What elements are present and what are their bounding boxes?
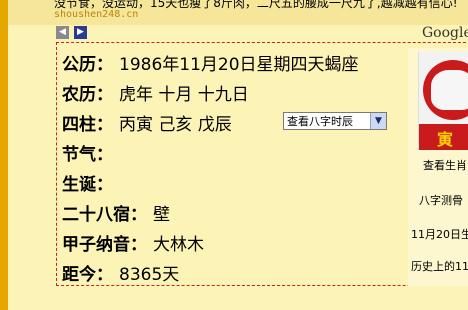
row-lunar: 农历： 虎年 十月 十九日: [62, 80, 249, 105]
zodiac-char: 寅: [437, 130, 454, 149]
label-gregorian: 公历：: [62, 55, 113, 75]
value-nayin: 大林木: [153, 235, 204, 255]
bazi-hour-selected: 查看八字时辰: [287, 115, 353, 128]
label-solar-term: 节气：: [62, 145, 113, 165]
label-birthday: 生诞：: [62, 175, 113, 195]
bazi-test-link[interactable]: 八字测骨: [419, 192, 463, 208]
view-zodiac-link[interactable]: 查看生肖: [423, 157, 467, 173]
next-arrow-icon[interactable]: ▶: [74, 26, 87, 39]
label-lunar: 农历：: [62, 85, 113, 105]
value-lunar: 虎年 十月 十九日: [119, 85, 249, 105]
top-ad-bar[interactable]: 没节食，没运动，15天也瘦了8斤肉，二尺五的腰成一尺九了,越减越有信心! sho…: [8, 0, 468, 25]
ad-site-link[interactable]: shoushen248.cn: [54, 9, 138, 20]
row-gregorian: 公历： 1986年11月20日星期四天蝎座: [62, 50, 359, 75]
row-four-pillars: 四柱： 丙寅 己亥 戊辰: [62, 110, 232, 135]
tiger-icon: [431, 70, 468, 110]
label-days-since: 距今：: [62, 265, 113, 285]
left-accent-strip: [0, 0, 8, 310]
label-nayin: 甲子纳音：: [62, 235, 147, 255]
google-logo[interactable]: Google: [422, 25, 468, 41]
row-birthday: 生诞：: [62, 170, 119, 195]
row-days-since: 距今： 8365天: [62, 260, 179, 285]
row-solar-term: 节气：: [62, 140, 119, 165]
prev-arrow-icon[interactable]: ◀: [56, 26, 69, 39]
value-four-pillars: 丙寅 己亥 戊辰: [119, 115, 232, 135]
value-lunar-mansion: 壁: [153, 205, 170, 225]
value-days-since: 8365天: [119, 265, 180, 285]
history-link[interactable]: 历史上的11: [411, 258, 468, 274]
label-lunar-mansion: 二十八宿：: [62, 205, 147, 225]
date-birth-link[interactable]: 11月20日生: [411, 226, 468, 242]
chevron-down-icon[interactable]: ▼: [370, 113, 386, 129]
label-four-pillars: 四柱：: [62, 115, 113, 135]
row-lunar-mansion: 二十八宿： 壁: [62, 200, 170, 225]
zodiac-tiger-image[interactable]: 寅: [418, 52, 468, 150]
row-nayin: 甲子纳音： 大林木: [62, 230, 204, 255]
value-gregorian: 1986年11月20日星期四天蝎座: [119, 55, 359, 75]
bazi-hour-select[interactable]: 查看八字时辰 ▼: [283, 112, 387, 130]
